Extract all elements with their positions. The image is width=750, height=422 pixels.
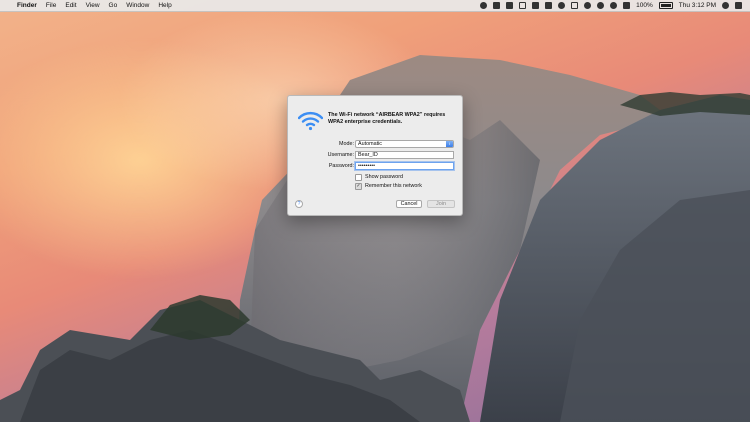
bluetooth-icon[interactable] [597,2,605,9]
menu-clock[interactable]: Thu 3:12 PM [679,2,716,9]
help-button[interactable]: ? [295,200,303,208]
show-password-checkbox[interactable] [355,173,362,181]
menu-bar: Finder File Edit View Go Window Help 100… [0,0,750,12]
menu-bar-right: 100% Thu 3:12 PM [480,0,750,12]
password-field[interactable]: ••••••••• [355,162,454,170]
dialog-message: The Wi-Fi network “AIRBEAR WPA2” require… [328,112,446,125]
menu-item-window[interactable]: Window [126,2,149,9]
menu-item-edit[interactable]: Edit [65,2,76,9]
status-icon-1[interactable] [480,2,488,9]
mode-label: Mode: [339,141,354,147]
volume-icon[interactable] [623,2,631,9]
cancel-button[interactable]: Cancel [396,200,422,208]
remember-network-checkbox[interactable]: ✓ [355,182,362,190]
username-field[interactable]: Bear_ID [355,151,454,159]
mode-value: Automatic [358,141,382,147]
menu-item-go[interactable]: Go [109,2,118,9]
battery-percent: 100% [636,2,653,9]
menu-bar-left: Finder File Edit View Go Window Help [0,0,172,12]
wifi-menu-icon[interactable] [610,2,618,9]
desktop: Finder File Edit View Go Window Help 100… [0,0,750,422]
wifi-credentials-dialog: The Wi-Fi network “AIRBEAR WPA2” require… [287,95,463,216]
status-icon-4[interactable] [519,2,527,9]
status-icon-6[interactable] [545,2,553,9]
notification-center-icon[interactable] [735,2,742,9]
username-label: Username: [327,152,354,158]
menu-item-finder[interactable]: Finder [17,2,37,9]
chevron-updown-icon: ↕ [446,141,453,147]
show-password-label: Show password [365,174,404,180]
spotlight-icon[interactable] [722,2,729,9]
password-label: Password: [328,163,354,169]
time-machine-icon[interactable] [584,2,592,9]
wifi-icon [298,111,323,131]
remember-network-label: Remember this network [365,183,422,189]
join-button[interactable]: Join [427,200,455,208]
battery-icon[interactable] [658,2,673,9]
mode-popup[interactable]: Automatic ↕ [355,140,454,148]
dropbox-icon[interactable] [506,2,514,9]
status-icon-2[interactable] [493,2,501,9]
menu-item-file[interactable]: File [46,2,56,9]
remember-network-row[interactable]: ✓ Remember this network [355,182,422,190]
password-row: Password: ••••••••• [288,162,464,171]
mode-row: Mode: Automatic ↕ [288,140,464,149]
menu-item-view[interactable]: View [86,2,100,9]
status-icon-5[interactable] [532,2,540,9]
status-icon-7[interactable] [558,2,566,9]
menu-item-help[interactable]: Help [158,2,171,9]
username-row: Username: Bear_ID [288,151,464,160]
display-icon[interactable] [571,2,579,9]
show-password-row[interactable]: Show password [355,173,403,181]
